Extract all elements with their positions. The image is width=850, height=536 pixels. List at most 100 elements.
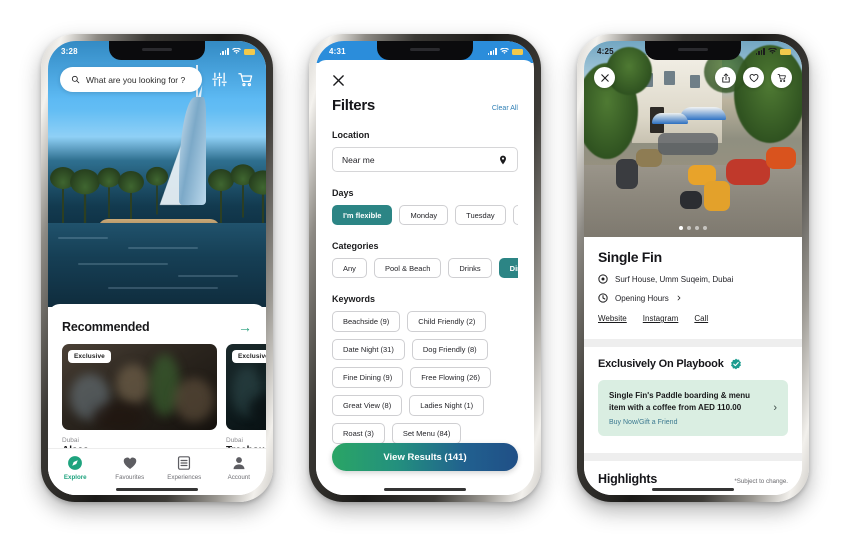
battery-icon [780,49,791,55]
chip-category[interactable]: Any [332,258,367,278]
phone-home: 3:28 What are you looking for ? Recommen… [41,34,273,502]
opening-hours-row[interactable]: Opening Hours [598,293,788,303]
filters-title-row: Filters Clear All [332,97,518,114]
wifi-icon [768,48,777,54]
list-item[interactable]: Exclusive Dubai Treehouse [226,344,266,456]
chip-keyword[interactable]: Date Night (31) [332,339,405,360]
search-placeholder: What are you looking for ? [86,74,186,85]
signal-bars-icon [487,48,497,55]
chip-keyword[interactable]: Great View (8) [332,395,403,416]
view-results-button[interactable]: View Results (141) [332,443,518,471]
person-icon [231,455,247,471]
card-city: Dubai [62,437,79,444]
status-icons [755,48,791,55]
chip-keyword[interactable]: Dog Friendly (8) [411,339,488,360]
close-icon[interactable] [332,74,345,87]
chip-keyword[interactable]: Beachside (9) [332,311,401,332]
chip-day[interactable]: Tuesday [455,205,506,225]
cart-icon[interactable] [237,71,254,88]
card-image: Exclusive [62,344,217,430]
location-input[interactable]: Near me [332,147,518,172]
chip-day[interactable]: I'm flexible [332,205,393,225]
label-categories: Categories [332,241,379,251]
close-button[interactable] [594,67,615,88]
status-badge: Exclusive [68,350,111,363]
phone-filters: 4:31 Filters Clear All Location Near me … [309,34,541,502]
battery-icon [244,49,255,55]
section-title-exclusive: Exclusively On Playbook [598,358,724,370]
link-instagram[interactable]: Instagram [643,314,679,323]
list-icon [176,455,192,471]
chip-keyword[interactable]: Roast (3) [332,423,385,444]
chip-keyword[interactable]: Set Menu (84) [391,423,462,444]
notch [377,41,473,60]
tab-label: Favourites [115,474,145,481]
highlights-note: *Subject to change. [734,478,788,485]
offer-card[interactable]: Single Fin's Paddle boarding & menu item… [598,380,788,437]
offer-link[interactable]: Buy Now/Gift a Friend [609,419,765,426]
tab-experiences[interactable]: Experiences [157,455,212,481]
page-title: Filters [332,97,375,114]
keyword-chips: Beachside (9) Child Friendly (2) Date Ni… [332,311,518,444]
opening-hours-label: Opening Hours [615,293,669,303]
signal-bars-icon [755,48,765,55]
chip-keyword[interactable]: Child Friendly (2) [407,311,487,332]
map-pin-icon[interactable] [498,155,508,165]
section-divider [584,339,802,347]
clear-all-button[interactable]: Clear All [492,105,518,112]
chip-day[interactable]: Wednesday [512,205,518,225]
chip-keyword[interactable]: Free Flowing (26) [410,367,491,388]
home-indicator [116,487,198,491]
search-icon [71,75,80,84]
status-icons [487,48,523,55]
chip-keyword[interactable]: Fine Dining (9) [332,367,404,388]
close-icon [600,73,609,82]
chip-category[interactable]: Drinks [448,258,492,278]
chip-day[interactable]: Monday [399,205,449,225]
arrow-right-icon[interactable]: → [238,320,252,334]
favourite-button[interactable] [743,67,764,88]
palm-row [48,133,266,234]
clock-icon [598,293,608,303]
phone-detail: 4:25 Single Fin Surf House, Umm Suqeim, … [577,34,809,502]
location-value: Near me [342,154,375,165]
compass-icon [67,455,83,471]
tab-favourites[interactable]: Favourites [103,455,158,481]
tab-account[interactable]: Account [212,455,267,481]
label-location: Location [332,130,370,140]
highlights-header: Highlights *Subject to change. [598,472,788,486]
chevron-right-icon: › [773,402,777,415]
tab-explore[interactable]: Explore [48,455,103,481]
status-icons [219,48,255,55]
verified-badge-icon [730,358,742,370]
link-call[interactable]: Call [694,314,708,323]
list-item[interactable]: Exclusive Dubai Alaca [62,344,217,456]
section-title-recommended: Recommended [62,320,150,334]
label-days: Days [332,188,354,198]
link-website[interactable]: Website [598,314,627,323]
signal-bars-icon [219,48,229,55]
carousel-dots[interactable] [679,226,707,230]
filters-screen: 4:31 Filters Clear All Location Near me … [316,41,534,495]
heart-icon [749,73,758,82]
cart-button[interactable] [771,67,792,88]
status-time: 4:31 [329,47,346,56]
venue-address-row: Surf House, Umm Suqeim, Dubai [598,274,788,284]
share-button[interactable] [715,67,736,88]
chevron-right-icon [677,295,681,301]
tab-label: Account [227,474,250,481]
exclusive-section: Exclusively On Playbook Single Fin's Pad… [584,347,802,449]
venue-info: Single Fin Surf House, Umm Suqeim, Dubai… [584,237,802,335]
status-time: 4:25 [597,47,614,56]
chip-category[interactable]: Dinner [498,258,518,278]
heart-icon [122,455,138,471]
search-input[interactable]: What are you looking for ? [60,67,202,92]
venue-name: Single Fin [598,249,662,265]
detail-screen: 4:25 Single Fin Surf House, Umm Suqeim, … [584,41,802,495]
chip-keyword[interactable]: Ladies Night (1) [409,395,485,416]
home-indicator [384,487,466,491]
chip-category[interactable]: Pool & Beach [373,258,442,278]
location-icon [598,274,608,284]
sliders-icon[interactable] [211,71,228,88]
notch [645,41,741,60]
